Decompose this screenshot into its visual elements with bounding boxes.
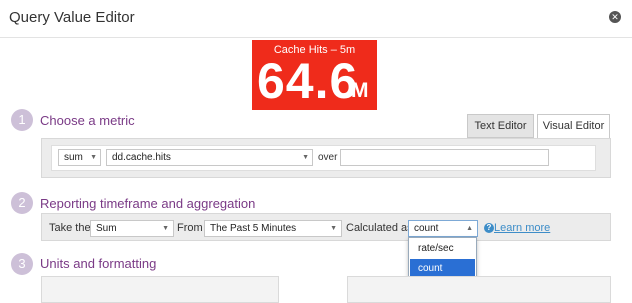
metric-name-value: dd.cache.hits <box>112 152 171 163</box>
take-the-value: Sum <box>96 223 117 234</box>
close-icon[interactable]: ✕ <box>609 11 621 23</box>
preview-unit: M <box>351 79 369 102</box>
units-left-panel <box>41 276 279 303</box>
from-select[interactable]: The Past 5 Minutes ▼ <box>204 220 342 237</box>
title-bar: Query Value Editor ✕ <box>0 0 632 38</box>
step-2-title: Reporting timeframe and aggregation <box>40 196 256 211</box>
step-3-circle: 3 <box>11 253 33 275</box>
dropdown-option-rate-sec[interactable]: rate/sec <box>410 239 475 258</box>
step-3-title: Units and formatting <box>40 256 157 271</box>
from-value: The Past 5 Minutes <box>210 223 297 234</box>
chevron-down-icon: ▼ <box>162 225 169 232</box>
units-right-panel <box>347 276 611 303</box>
preview-value: 64.6 <box>257 53 359 109</box>
learn-more-link[interactable]: Learn more <box>494 222 550 234</box>
chevron-down-icon: ▼ <box>302 154 309 161</box>
step-1-title: Choose a metric <box>40 113 135 128</box>
aggregation-panel: Take the Sum ▼ From The Past 5 Minutes ▼… <box>41 213 611 241</box>
over-input[interactable] <box>340 149 549 166</box>
dialog-title: Query Value Editor <box>9 9 135 26</box>
calculated-as-dropdown: rate/sec count <box>408 237 477 279</box>
chevron-up-icon: ▲ <box>466 225 473 232</box>
take-the-select[interactable]: Sum ▼ <box>90 220 174 237</box>
metric-aggregator-select[interactable]: sum ▼ <box>58 149 101 166</box>
step-1-circle: 1 <box>11 109 33 131</box>
chevron-down-icon: ▼ <box>330 225 337 232</box>
chevron-down-icon: ▼ <box>90 154 97 161</box>
metric-row: sum ▼ dd.cache.hits ▼ over <box>51 145 596 171</box>
metric-name-select[interactable]: dd.cache.hits ▼ <box>106 149 313 166</box>
calculated-as-value: count <box>414 223 439 234</box>
tab-text-editor[interactable]: Text Editor <box>467 114 534 138</box>
metric-aggregator-value: sum <box>64 152 83 163</box>
from-label: From <box>177 222 203 234</box>
query-value-preview: Cache Hits – 5m 64.6 M <box>252 40 377 110</box>
over-label: over <box>318 152 338 163</box>
calculated-as-label: Calculated as <box>346 222 413 234</box>
tab-visual-editor[interactable]: Visual Editor <box>537 114 610 139</box>
help-icon[interactable]: ? <box>484 223 494 233</box>
calculated-as-select[interactable]: count ▲ <box>408 220 478 237</box>
metric-panel: sum ▼ dd.cache.hits ▼ over <box>41 138 611 178</box>
step-2-circle: 2 <box>11 192 33 214</box>
take-the-label: Take the <box>49 222 91 234</box>
